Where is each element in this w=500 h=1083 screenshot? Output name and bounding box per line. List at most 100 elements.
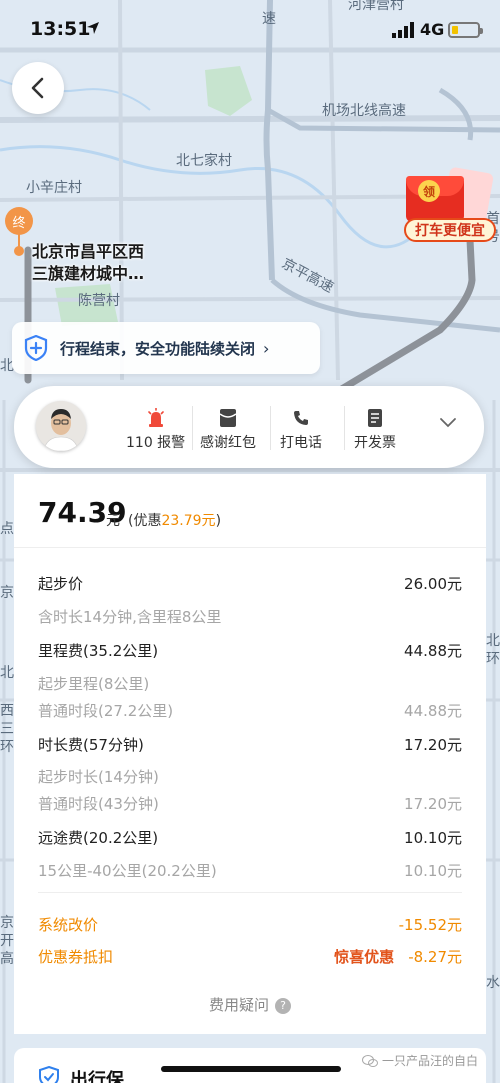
home-indicator[interactable] xyxy=(161,1066,341,1072)
fee-label: 普通时段(43分钟) xyxy=(38,794,159,813)
map-label: 点 xyxy=(0,521,14,537)
chevron-left-icon xyxy=(31,77,44,99)
thank-red-envelope-button[interactable]: 感谢红包 xyxy=(200,408,256,452)
destination-line: 北京市昌平区西 xyxy=(32,242,145,261)
safety-banner[interactable]: 行程结束，安全功能陆续关闭 › xyxy=(12,322,320,374)
watermark-text: 一只产品汪的自白 xyxy=(382,1054,479,1068)
map-label: 高 xyxy=(0,951,14,967)
surprise-discount-tag: 惊喜优惠 xyxy=(334,947,395,966)
fee-value: 44.88元 xyxy=(404,701,462,720)
invoice-label: 开发票 xyxy=(354,435,396,451)
fee-label: 15公里-40公里(20.2公里) xyxy=(38,861,217,880)
map-label: 水 xyxy=(486,975,500,991)
adjustment-label: 优惠券抵扣 xyxy=(38,947,114,966)
safety-banner-text: 行程结束，安全功能陆续关闭 xyxy=(60,339,256,358)
signal-bars-icon xyxy=(392,22,414,38)
adjustment-value: -8.27元 xyxy=(408,947,462,966)
destination-pin-icon: 终 xyxy=(5,207,33,235)
invoice-icon xyxy=(368,409,382,427)
section-divider xyxy=(38,892,462,893)
wechat-icon xyxy=(362,1054,378,1067)
status-time: 13:51 xyxy=(30,18,91,40)
map-label: 三 xyxy=(0,721,14,737)
battery-icon xyxy=(448,22,483,38)
fee-label: 里程费(35.2公里) xyxy=(38,641,159,660)
fee-label: 起步价 xyxy=(38,574,84,593)
fee-label: 起步时长(14分钟) xyxy=(38,767,159,786)
fare-detail-sheet: 74.39 元 (优惠23.79元) 起步价 26.00元 含时长14分钟,含里… xyxy=(14,474,486,1034)
call-label: 打电话 xyxy=(280,435,322,451)
fee-row: 含时长14分钟,含里程8公里 xyxy=(38,604,462,628)
map-label: 西 xyxy=(0,703,14,719)
map-label: 北 xyxy=(486,633,500,649)
invoice-button[interactable]: 开发票 xyxy=(354,408,396,452)
map-label: 北七家村 xyxy=(176,153,232,169)
map-label: 京 xyxy=(0,915,14,931)
fee-row: 时长费(57分钟) 17.20元 xyxy=(38,732,462,756)
location-arrow-icon xyxy=(87,22,99,34)
driver-avatar-image xyxy=(36,401,86,451)
back-button[interactable] xyxy=(12,62,64,114)
chevron-right-icon: › xyxy=(263,338,270,358)
fee-row: 起步价 26.00元 xyxy=(38,571,462,595)
action-divider xyxy=(270,406,271,450)
fee-row: 里程费(35.2公里) 44.88元 xyxy=(38,638,462,662)
map-label: 开 xyxy=(0,933,14,949)
fee-row: 远途费(20.2公里) 10.10元 xyxy=(38,825,462,849)
fee-label: 含时长14分钟,含里程8公里 xyxy=(38,607,222,626)
status-bar: 13:51 4G xyxy=(0,0,500,60)
fee-value: 44.88元 xyxy=(404,641,462,660)
map-label: 环 xyxy=(0,739,14,755)
network-type: 4G xyxy=(420,20,445,39)
alarm-icon xyxy=(147,408,164,427)
fare-question-link[interactable]: 费用疑问? xyxy=(14,994,486,1015)
fee-row: 普通时段(43分钟) 17.20元 xyxy=(38,791,462,815)
map-label: 环 xyxy=(486,651,500,667)
map-label: 小辛庄村 xyxy=(26,180,82,196)
fee-label: 普通时段(27.2公里) xyxy=(38,701,174,720)
fee-label: 起步里程(8公里) xyxy=(38,674,150,693)
adjustment-row: 优惠券抵扣 惊喜优惠 -8.27元 xyxy=(38,944,462,968)
driver-avatar[interactable] xyxy=(36,401,86,451)
destination-pin-dot xyxy=(14,246,24,256)
fee-value: 10.10元 xyxy=(404,828,462,847)
alarm-110-label: 110 报警 xyxy=(126,435,186,451)
fee-value: 17.20元 xyxy=(404,794,462,813)
fee-row: 起步里程(8公里) xyxy=(38,671,462,695)
destination-label: 北京市昌平区西 三旗建材城中… xyxy=(32,241,144,285)
fee-value: 26.00元 xyxy=(404,574,462,593)
adjustment-right: 惊喜优惠 -8.27元 xyxy=(334,946,462,967)
shield-check-icon xyxy=(39,1066,59,1083)
fare-summary: 74.39 元 (优惠23.79元) xyxy=(14,474,486,548)
promo-red-envelope[interactable]: 领 打车更便宜 xyxy=(402,166,500,246)
fee-label: 远途费(20.2公里) xyxy=(38,828,159,847)
alarm-110-button[interactable]: 110 报警 xyxy=(126,408,185,452)
adjustment-value: -15.52元 xyxy=(398,915,462,934)
map-label: 陈营村 xyxy=(78,293,120,309)
watermark: 一只产品汪的自白 xyxy=(362,1052,478,1069)
discount-amount: 23.79元 xyxy=(161,513,216,529)
destination-line: 三旗建材城中… xyxy=(32,264,145,283)
question-mark-icon: ? xyxy=(275,998,291,1014)
fare-discount: (优惠23.79元) xyxy=(128,510,221,530)
phone-icon xyxy=(294,411,308,425)
action-divider xyxy=(344,406,345,450)
fee-row: 普通时段(27.2公里) 44.88元 xyxy=(38,698,462,722)
travel-insurance-label: 出行保 xyxy=(70,1070,124,1083)
fee-row: 起步时长(14分钟) xyxy=(38,764,462,788)
chevron-down-icon[interactable] xyxy=(438,416,458,430)
fare-unit: 元 xyxy=(106,513,120,529)
thank-red-envelope-label: 感谢红包 xyxy=(200,435,256,451)
promo-coin-icon: 领 xyxy=(418,180,440,202)
map-label: 机场北线高速 xyxy=(322,103,406,119)
discount-prefix: (优惠 xyxy=(128,513,162,529)
fee-value: 10.10元 xyxy=(404,861,462,880)
adjustment-label: 系统改价 xyxy=(38,915,99,934)
shield-plus-icon xyxy=(24,335,48,361)
adjustment-row: 系统改价 -15.52元 xyxy=(38,912,462,936)
trip-action-bar: 110 报警 感谢红包 打电话 开发票 xyxy=(14,386,484,468)
call-button[interactable]: 打电话 xyxy=(280,408,322,452)
red-envelope-icon xyxy=(220,409,236,427)
discount-suffix: ) xyxy=(215,513,222,529)
fare-question-label: 费用疑问 xyxy=(208,996,269,1014)
